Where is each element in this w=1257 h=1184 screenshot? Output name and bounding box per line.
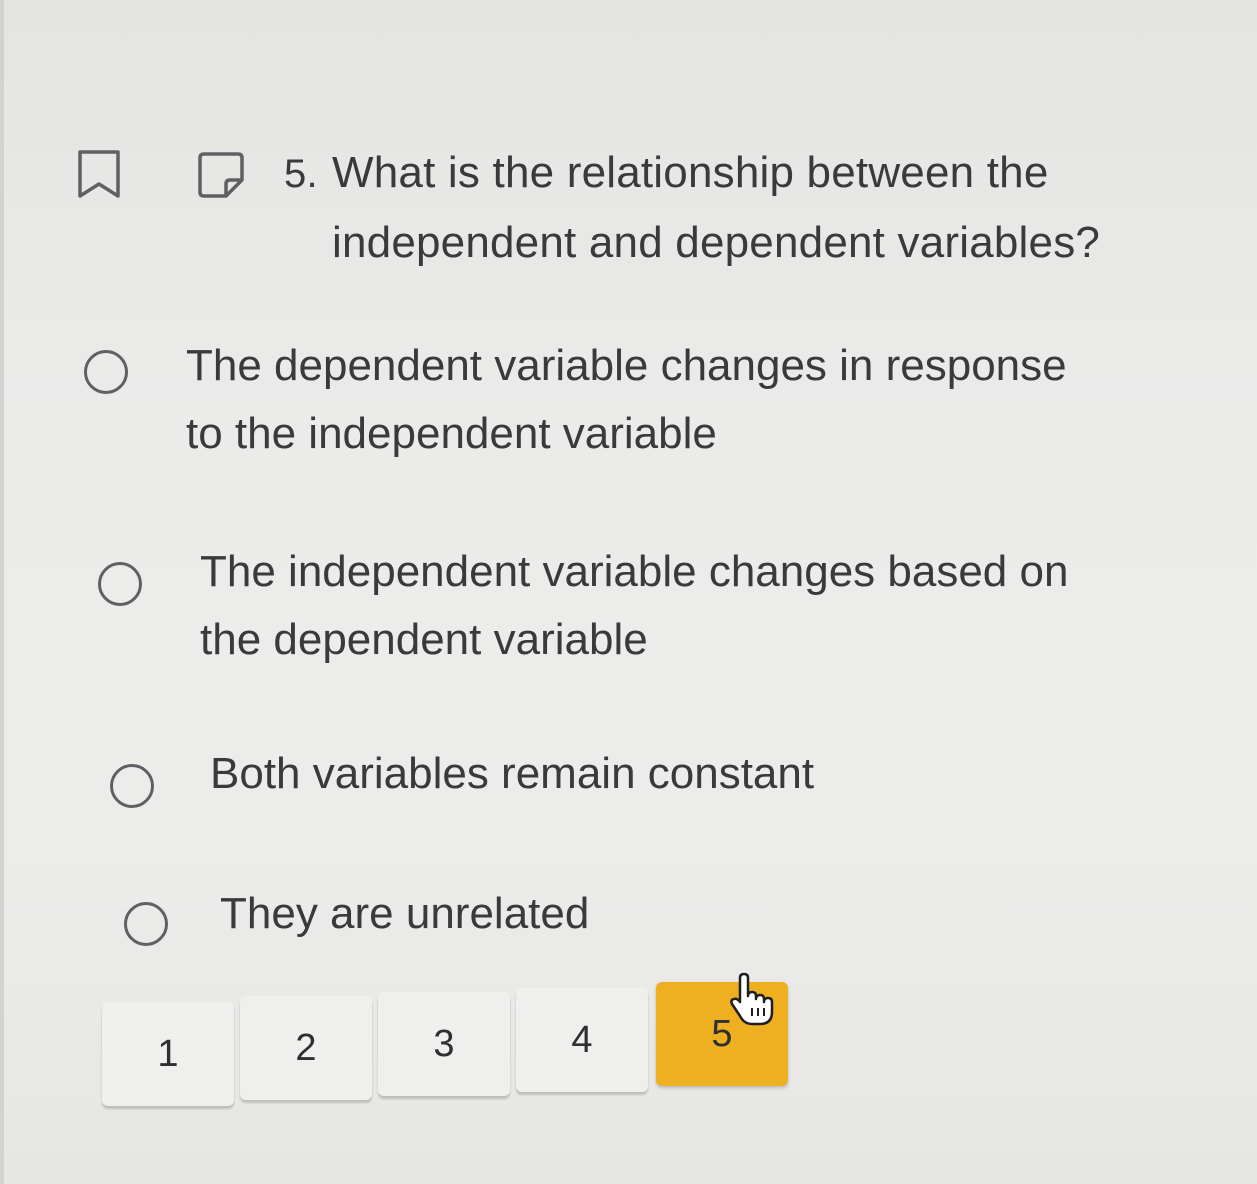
- question-number: 5.: [284, 152, 318, 196]
- option-label: The independent variable changes based o…: [200, 538, 1068, 674]
- note-icon[interactable]: [196, 150, 246, 205]
- radio-button[interactable]: [110, 764, 154, 808]
- page-button-3[interactable]: 3: [378, 992, 510, 1096]
- radio-button[interactable]: [84, 350, 128, 394]
- option-label: The dependent variable changes in respon…: [186, 332, 1067, 468]
- page-button-2[interactable]: 2: [240, 996, 372, 1100]
- page-button-4[interactable]: 4: [516, 988, 648, 1092]
- option-label-line: to the independent variable: [186, 409, 717, 458]
- radio-button[interactable]: [124, 902, 168, 946]
- bookmark-icon[interactable]: [76, 148, 122, 205]
- question-block: 5. What is the relationship between the i…: [284, 138, 1214, 278]
- option-label: They are unrelated: [220, 889, 590, 938]
- option-label-line: The independent variable changes based o…: [200, 547, 1069, 596]
- option-label: Both variables remain constant: [210, 749, 815, 798]
- option-label-line: the dependent variable: [200, 615, 648, 664]
- option-label-line: The dependent variable changes in respon…: [186, 341, 1067, 390]
- left-edge-divider: [0, 0, 4, 1184]
- radio-button[interactable]: [98, 562, 142, 606]
- question-text: What is the relationship between the ind…: [332, 148, 1101, 267]
- hand-pointer-icon: [726, 972, 782, 1033]
- page-button-1[interactable]: 1: [102, 1002, 234, 1106]
